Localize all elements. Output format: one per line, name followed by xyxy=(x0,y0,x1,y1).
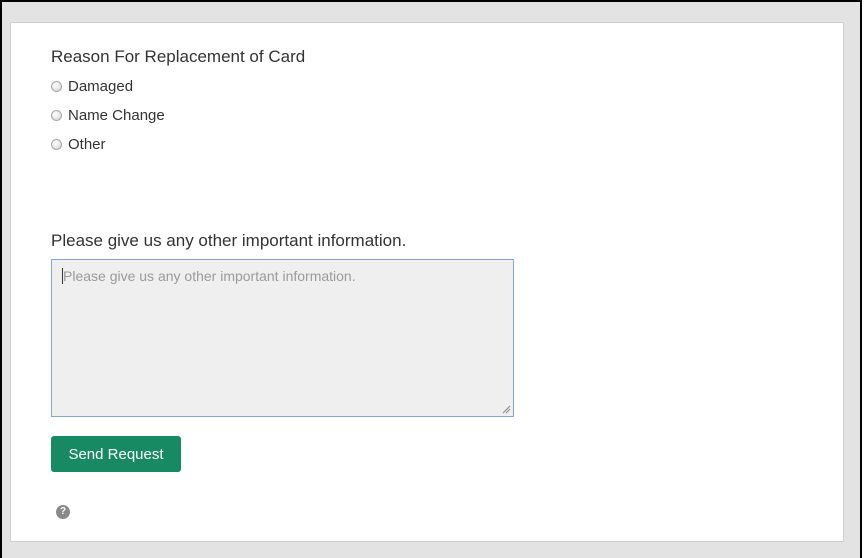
radio-button-other[interactable] xyxy=(51,139,62,150)
question-circle-icon[interactable]: ? xyxy=(56,505,70,519)
radio-option-other[interactable]: Other xyxy=(51,136,106,153)
textarea-placeholder: Please give us any other important infor… xyxy=(63,268,356,284)
radio-label-other[interactable]: Other xyxy=(68,136,106,153)
send-request-button[interactable]: Send Request xyxy=(51,436,181,472)
resize-handle-icon[interactable] xyxy=(502,405,511,414)
reason-section-title: Reason For Replacement of Card xyxy=(51,47,306,66)
radio-button-damaged[interactable] xyxy=(51,81,62,92)
replacement-form-panel: Reason For Replacement of Card Damaged N… xyxy=(10,22,844,542)
page-frame: Reason For Replacement of Card Damaged N… xyxy=(0,0,862,558)
radio-label-name-change[interactable]: Name Change xyxy=(68,107,165,124)
additional-info-textarea[interactable]: Please give us any other important infor… xyxy=(51,259,514,417)
radio-label-damaged[interactable]: Damaged xyxy=(68,78,133,95)
radio-option-damaged[interactable]: Damaged xyxy=(51,78,133,95)
radio-button-name-change[interactable] xyxy=(51,110,62,121)
radio-option-name-change[interactable]: Name Change xyxy=(51,107,165,124)
additional-info-label: Please give us any other important infor… xyxy=(51,231,407,250)
